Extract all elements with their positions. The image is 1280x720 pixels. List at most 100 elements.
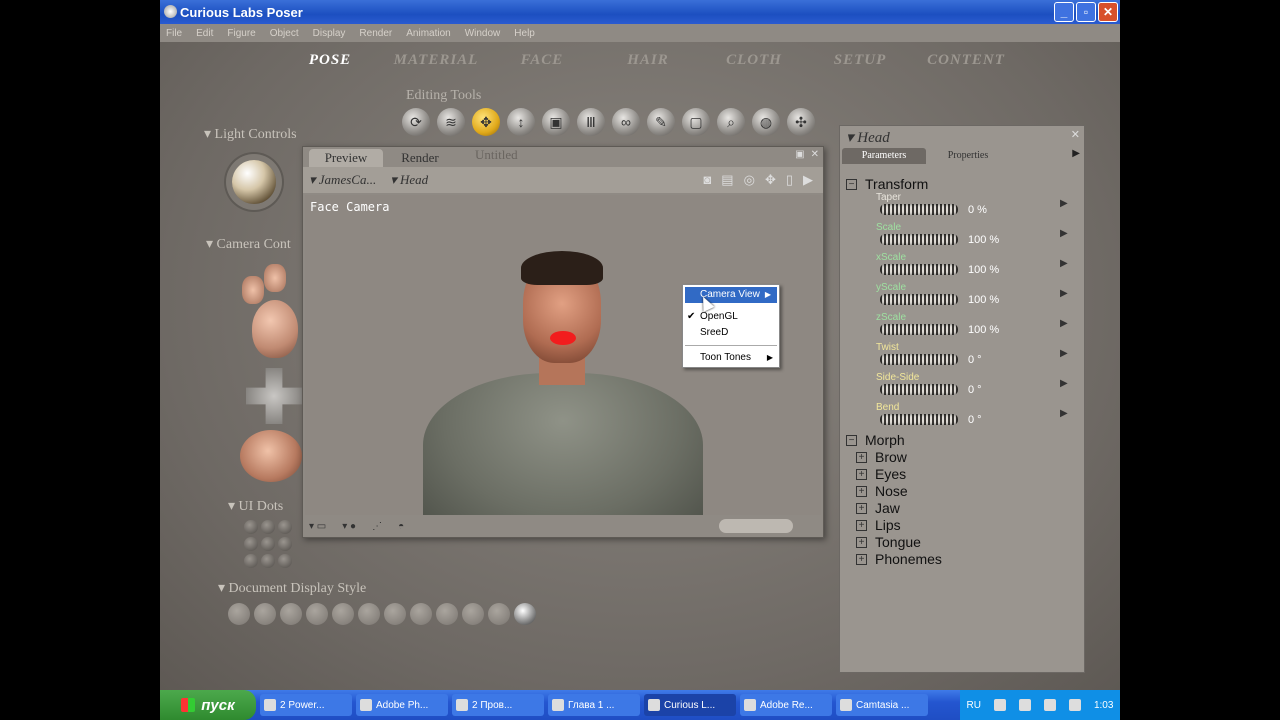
dial-menu-arrow-icon[interactable]: ▶: [1060, 348, 1068, 359]
face-camera-icon[interactable]: [252, 300, 298, 358]
cartoon-line-style-icon[interactable]: [436, 603, 458, 625]
parameter-dial[interactable]: [880, 414, 958, 425]
parameter-dial[interactable]: [880, 234, 958, 245]
color-icon[interactable]: ✎: [647, 108, 675, 136]
parameter-dial[interactable]: [880, 294, 958, 305]
view-magnifier-icon[interactable]: ⌕: [717, 108, 745, 136]
cartoon-style-icon[interactable]: [410, 603, 432, 625]
tab-face[interactable]: FACE: [492, 50, 592, 70]
menu-file[interactable]: File: [166, 28, 182, 39]
outline-style-icon[interactable]: [254, 603, 276, 625]
floor-icon[interactable]: ▾ ▭: [309, 521, 326, 532]
ui-dot[interactable]: [278, 537, 292, 551]
help-icon[interactable]: [993, 699, 1006, 711]
collapse-icon[interactable]: −: [846, 178, 857, 190]
silhouette-style-icon[interactable]: [228, 603, 250, 625]
translate-icon[interactable]: ✥: [472, 108, 500, 136]
network-icon[interactable]: [1018, 699, 1031, 711]
twist-icon[interactable]: ≋: [437, 108, 465, 136]
tab-content[interactable]: CONTENT: [916, 50, 1016, 70]
ui-dot[interactable]: [244, 554, 258, 568]
translate-in-out-icon[interactable]: ↕: [507, 108, 535, 136]
hidden-line-style-icon[interactable]: [306, 603, 328, 625]
tab-hair[interactable]: HAIR: [598, 50, 698, 70]
capsule-icon[interactable]: ▯: [786, 172, 793, 188]
resize-icon[interactable]: ▣: [795, 149, 804, 160]
scale-icon[interactable]: ▣: [542, 108, 570, 136]
ui-dot[interactable]: [244, 537, 258, 551]
task-powerpoint[interactable]: 2 Power...: [260, 694, 352, 716]
morph-group-item[interactable]: + Nose: [856, 483, 908, 499]
morph-group-item[interactable]: + Lips: [856, 517, 901, 533]
expand-icon[interactable]: +: [856, 485, 867, 497]
expand-icon[interactable]: +: [856, 553, 867, 565]
ui-dot[interactable]: [244, 520, 258, 534]
task-photoshop[interactable]: Adobe Ph...: [356, 694, 448, 716]
menu-item-opengl[interactable]: ✔ OpenGL: [683, 309, 779, 325]
dial-value[interactable]: 0 °: [968, 414, 982, 426]
camera-hand-icon[interactable]: [264, 264, 286, 292]
tab-material[interactable]: MATERIAL: [386, 50, 486, 70]
tab-preview[interactable]: Preview: [309, 149, 383, 167]
tab-cloth[interactable]: CLOTH: [704, 50, 804, 70]
expand-icon[interactable]: +: [856, 536, 867, 548]
close-button[interactable]: ✕: [1098, 2, 1118, 22]
task-word[interactable]: Глава 1 ...: [548, 694, 640, 716]
panel-close-icon[interactable]: ✕: [1071, 128, 1080, 141]
doc-close-icon[interactable]: ✕: [811, 149, 819, 160]
menu-item-toon-tones[interactable]: Toon Tones ▶: [683, 350, 779, 366]
transform-group[interactable]: − Transform: [846, 176, 928, 192]
tab-parameters[interactable]: Parameters: [842, 148, 926, 164]
flat-shaded-style-icon[interactable]: [358, 603, 380, 625]
menu-display[interactable]: Display: [313, 28, 346, 39]
recording-icon[interactable]: [1068, 699, 1081, 711]
parameter-dial[interactable]: [880, 264, 958, 275]
smooth-shaded-style-icon[interactable]: [462, 603, 484, 625]
element-select[interactable]: ▾ Head: [390, 172, 428, 188]
smooth-lined-style-icon[interactable]: [488, 603, 510, 625]
tab-setup[interactable]: SETUP: [810, 50, 910, 70]
menu-figure[interactable]: Figure: [227, 28, 255, 39]
dial-value[interactable]: 0 %: [968, 204, 987, 216]
menu-item-sreed[interactable]: SreeD: [683, 325, 779, 341]
menu-help[interactable]: Help: [514, 28, 535, 39]
morphing-tool-icon[interactable]: ◍: [752, 108, 780, 136]
direct-manipulation-icon[interactable]: ✣: [787, 108, 815, 136]
menu-object[interactable]: Object: [270, 28, 299, 39]
menu-edit[interactable]: Edit: [196, 28, 213, 39]
dial-value[interactable]: 100 %: [968, 264, 999, 276]
camera-icon[interactable]: ◙: [703, 172, 711, 188]
parameter-dial[interactable]: [880, 204, 958, 215]
dial-menu-arrow-icon[interactable]: ▶: [1060, 288, 1068, 299]
ui-dot[interactable]: [278, 520, 292, 534]
morph-group-item[interactable]: + Brow: [856, 449, 907, 465]
tab-render[interactable]: Render: [383, 149, 457, 167]
expand-icon[interactable]: +: [856, 468, 867, 480]
light-control-ball[interactable]: [232, 160, 276, 204]
morph-group[interactable]: − Morph: [846, 432, 905, 448]
left-hand-camera-icon[interactable]: [242, 276, 264, 304]
camera-select[interactable]: ▾ JamesCa...: [309, 172, 376, 188]
morph-group-item[interactable]: + Phonemes: [856, 551, 942, 567]
task-camtasia[interactable]: Camtasia ...: [836, 694, 928, 716]
dial-menu-arrow-icon[interactable]: ▶: [1060, 318, 1068, 329]
ui-dot[interactable]: [261, 554, 275, 568]
menu-window[interactable]: Window: [465, 28, 501, 39]
ring-icon[interactable]: ◎: [744, 172, 755, 188]
flat-lined-style-icon[interactable]: [384, 603, 406, 625]
tab-pose[interactable]: POSE: [280, 50, 380, 70]
wireframe-style-icon[interactable]: [280, 603, 302, 625]
lit-wireframe-style-icon[interactable]: [332, 603, 354, 625]
grouping-icon[interactable]: ▢: [682, 108, 710, 136]
start-button[interactable]: пуск: [160, 690, 256, 720]
menu-render[interactable]: Render: [359, 28, 392, 39]
color-dots-control[interactable]: [719, 519, 793, 533]
panel-menu-arrow-icon[interactable]: ▶: [1072, 148, 1080, 159]
language-indicator[interactable]: RU: [967, 700, 981, 711]
dial-menu-arrow-icon[interactable]: ▶: [1060, 258, 1068, 269]
expand-icon[interactable]: +: [856, 519, 867, 531]
move-icon[interactable]: ✥: [765, 172, 776, 188]
parameter-dial[interactable]: [880, 354, 958, 365]
morph-group-item[interactable]: + Tongue: [856, 534, 921, 550]
expand-icon[interactable]: +: [856, 451, 867, 463]
